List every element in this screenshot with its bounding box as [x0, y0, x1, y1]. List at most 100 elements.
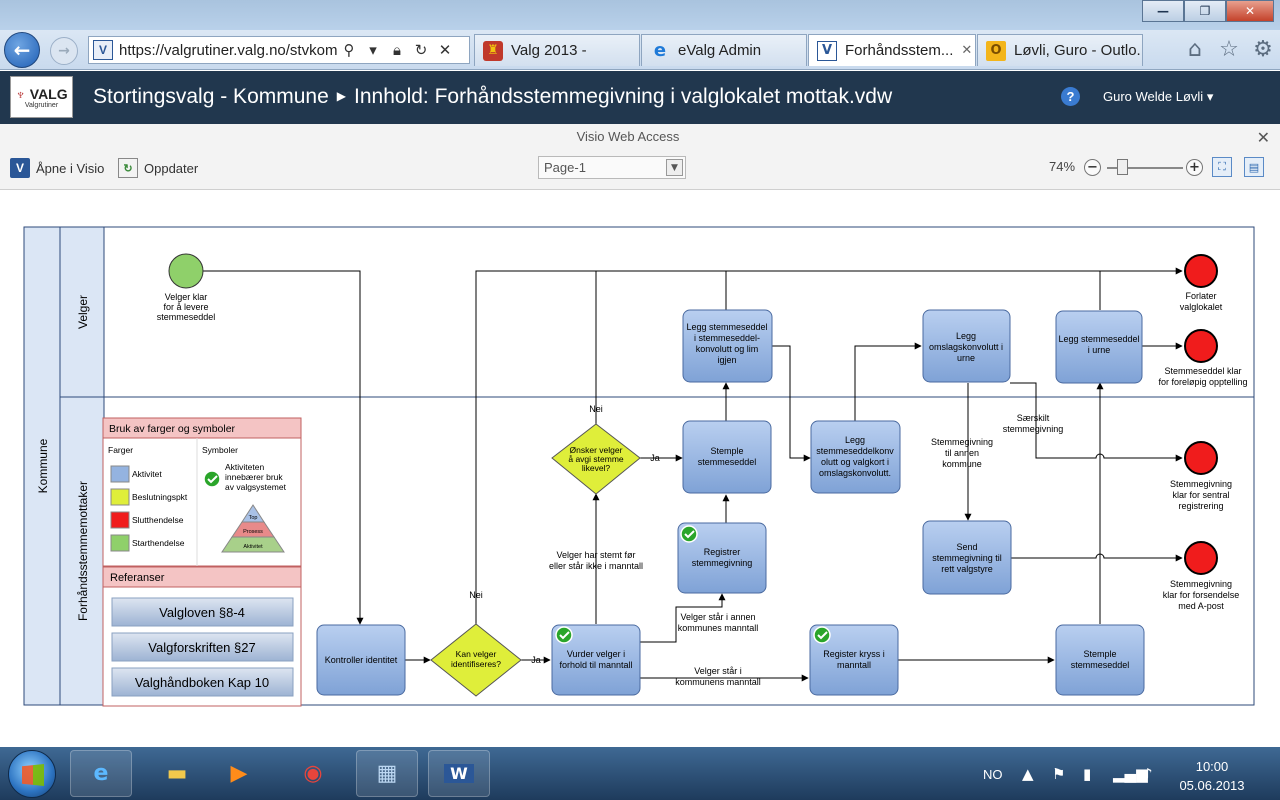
end-event-forsendelse[interactable] [1184, 541, 1218, 575]
home-icon[interactable]: ⌂ [1182, 36, 1208, 62]
taskbar-ie-button[interactable]: e [70, 750, 132, 797]
text-line: Register kryss i [823, 649, 885, 659]
legend-box: Bruk av farger og symboler Farger Symbol… [102, 417, 302, 567]
text-line: Kontroller identitet [325, 655, 398, 665]
zoom-slider-thumb[interactable] [1116, 159, 1128, 175]
text-line: stemmeseddel [1071, 660, 1130, 670]
back-button[interactable]: ← [4, 32, 40, 68]
panel-icon[interactable]: ▤ [1244, 157, 1264, 177]
user-menu[interactable]: Guro Welde Løvli ▾ [1103, 89, 1213, 105]
start-event[interactable] [168, 253, 204, 289]
zoom-out-button[interactable]: − [1084, 159, 1101, 176]
end-event-forlater[interactable] [1184, 254, 1218, 288]
close-tab-icon[interactable]: ✕ [961, 43, 972, 58]
action-center-flag-icon[interactable]: ⚑ [1052, 765, 1065, 783]
task-legg-konvolutt[interactable]: Legg stemmeseddel i stemmeseddel-konvolut… [682, 309, 773, 383]
open-in-visio-button[interactable]: V Åpne i Visio [10, 158, 104, 178]
lane-label-velger: Velger [76, 295, 90, 329]
chevron-down-icon[interactable]: ▼ [666, 159, 683, 176]
start-event-label: Velger klar for å levere stemmeseddel [157, 292, 216, 322]
dropdown-icon[interactable]: ▾ [361, 41, 385, 59]
breadcrumb: Stortingsvalg - Kommune ▶ Innhold: Forhånd… [93, 85, 892, 109]
fit-to-window-icon[interactable]: ⛶ [1212, 157, 1232, 177]
check-icon [680, 525, 698, 543]
favorites-star-icon[interactable]: ☆ [1216, 36, 1242, 62]
refresh-icon[interactable]: ↻ [409, 41, 433, 59]
task-label: Vurder velger i forhold til manntall [559, 649, 632, 670]
task-stemple-2[interactable]: Stemple stemmeseddel [1055, 624, 1145, 696]
logo-subtitle: Valgrutiner [24, 101, 59, 109]
text-line: Stemple [710, 446, 743, 456]
task-kontroller[interactable]: Kontroller identitet [316, 624, 406, 696]
text-line: i stemmeseddel- [694, 333, 760, 343]
text-line: kommunens manntall [675, 677, 761, 687]
reference-label: Valgloven §8-4 [159, 605, 245, 620]
tab-evalg-admin[interactable]: e eValg Admin [641, 34, 807, 66]
breadcrumb-site[interactable]: Stortingsvalg - Kommune [93, 85, 329, 108]
task-stemple-1[interactable]: Stemple stemmeseddel [682, 420, 772, 494]
refresh-label: Oppdater [144, 160, 199, 176]
task-send[interactable]: Send stemmegivning til rett valgstyre [922, 520, 1012, 595]
tab-outlook[interactable]: O Løvli, Guro - Outlo... [977, 34, 1143, 66]
pool-label: Kommune [36, 438, 50, 493]
clock[interactable]: 10:00 05.06.2013 [1162, 757, 1262, 795]
text-line: klar for forsendelse [1163, 590, 1240, 600]
start-button[interactable] [8, 750, 56, 798]
close-window-button[interactable]: ✕ [1226, 0, 1274, 22]
refresh-button[interactable]: ↻ Oppdater [118, 158, 198, 178]
zoom-in-button[interactable]: + [1186, 159, 1203, 176]
end-event-sentral[interactable] [1184, 441, 1218, 475]
url-text[interactable]: https://valgrutiner.valg.no/stvkom [119, 42, 337, 59]
search-icon[interactable]: ⚲ [337, 41, 361, 59]
valg-logo[interactable]: ♆ VALG Valgrutiner [10, 76, 73, 118]
refresh-page-icon: ↻ [118, 158, 138, 178]
forward-button[interactable]: → [50, 37, 78, 65]
minimize-button[interactable]: — [1142, 0, 1184, 22]
page-select[interactable]: Page-1 ▼ [538, 156, 686, 179]
legend-item-label: Aktivitet [132, 469, 162, 479]
site-header: ♆ VALG Valgrutiner Stortingsvalg - Kommu… [0, 71, 1280, 124]
reference-link-valghandboken[interactable]: Valghåndboken Kap 10 [111, 667, 294, 697]
task-legg-urne[interactable]: Legg stemmeseddel i urne [1055, 310, 1143, 384]
stop-icon[interactable]: ✕ [433, 41, 457, 59]
taskbar-explorer-button[interactable]: ▬ [146, 750, 208, 797]
close-icon[interactable]: ✕ [1257, 128, 1270, 147]
legend-swatch-starthendelse [110, 534, 130, 552]
vwa-title: Visio Web Access [576, 129, 680, 144]
tab-forhandsstemmer[interactable]: V Forhåndsstem... ✕ [808, 34, 976, 66]
media-player-icon: ▶ [230, 761, 248, 786]
edge-label-ja: Ja [650, 453, 660, 463]
reference-link-valgforskriften[interactable]: Valgforskriften §27 [111, 632, 294, 662]
text-line: til annen [945, 448, 979, 458]
reference-link-valgloven[interactable]: Valgloven §8-4 [111, 597, 294, 627]
tab-valg-2013[interactable]: ♜ Valg 2013 - [474, 34, 640, 66]
help-icon[interactable]: ? [1061, 87, 1080, 106]
taskbar-chrome-button[interactable]: ◉ [282, 750, 344, 797]
battery-icon[interactable]: ▮ [1083, 765, 1091, 783]
settings-gear-icon[interactable]: ⚙ [1250, 36, 1276, 62]
text-line: Legg stemmeseddel [1058, 334, 1139, 344]
taskbar-word-button[interactable]: W [428, 750, 490, 797]
logo-title: VALG [29, 85, 68, 102]
lock-icon[interactable]: 🔒︎ [385, 41, 409, 59]
text-line: likevel? [582, 463, 611, 473]
end-event-opptelling[interactable] [1184, 329, 1218, 363]
taskbar-network-button[interactable]: ▦ [356, 750, 418, 797]
text-line: Legg [956, 331, 976, 341]
language-indicator[interactable]: NO [983, 767, 1003, 782]
volume-muted-icon[interactable]: ♪ [1143, 765, 1153, 783]
show-hidden-icons-icon[interactable]: ▲ [1022, 765, 1034, 783]
text-line: konvolutt og lim [696, 344, 759, 354]
task-legg-omslag[interactable]: Legg stemmeseddelkonv olutt og valgkort io… [810, 420, 901, 494]
tab-label: eValg Admin [678, 42, 762, 59]
taskbar-media-player-button[interactable]: ▶ [208, 750, 270, 797]
restore-button[interactable]: ❐ [1184, 0, 1226, 22]
text-line: Stemple [1083, 649, 1116, 659]
task-legg-omslag-urne[interactable]: Legg omslagskonvolutt i urne [922, 309, 1011, 383]
diagram-canvas[interactable]: Kommune Velger Forhåndsstemmemottaker Ve… [0, 191, 1280, 747]
address-bar[interactable]: V https://valgrutiner.valg.no/stvkom ⚲ ▾… [88, 36, 470, 64]
reference-label: Valgforskriften §27 [148, 640, 255, 655]
browser-navbar: ← → V https://valgrutiner.valg.no/stvkom… [0, 30, 1280, 70]
text-line: Send [956, 542, 977, 552]
text-line: Stemmegivning [1170, 479, 1232, 489]
